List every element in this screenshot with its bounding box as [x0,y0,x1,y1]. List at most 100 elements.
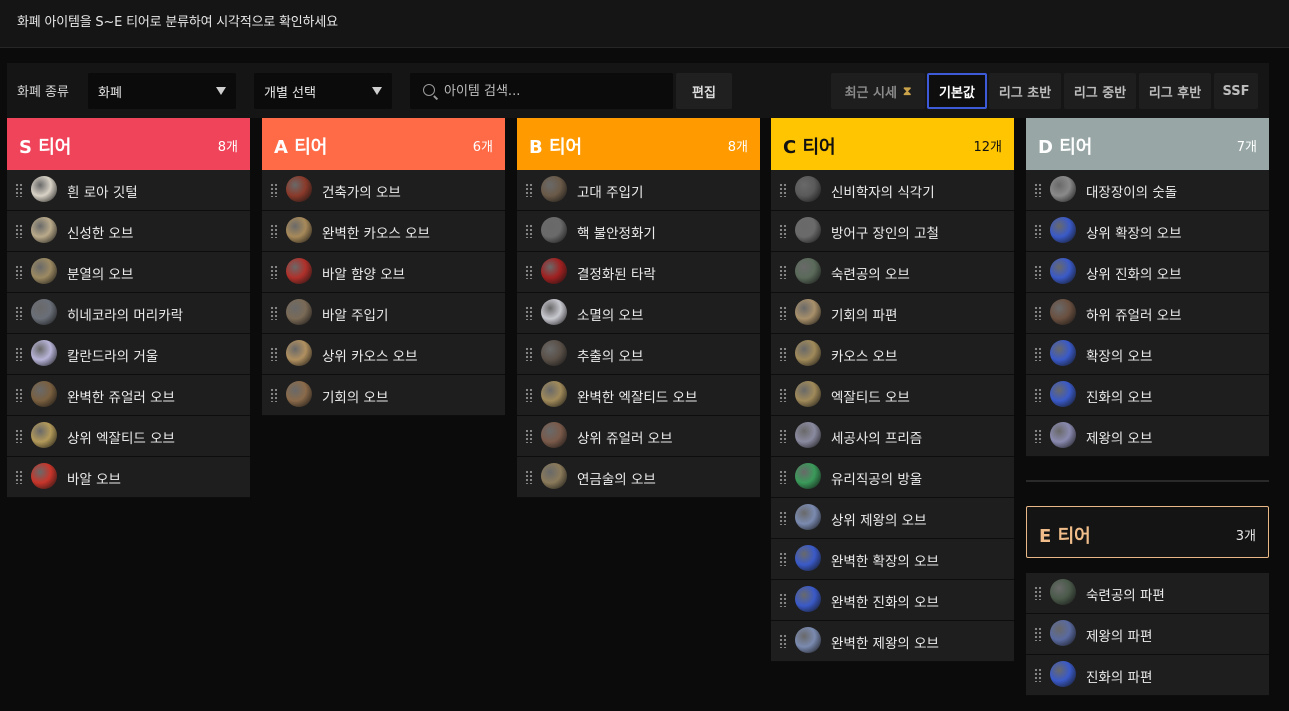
drag-handle-icon[interactable] [1034,347,1042,361]
tier-item-row[interactable]: 신성한 오브 [7,211,250,252]
drag-handle-icon[interactable] [15,347,23,361]
preset-default[interactable]: 기본값 [927,73,987,109]
tier-item-row[interactable]: 분열의 오브 [7,252,250,293]
tier-item-row[interactable]: 상위 카오스 오브 [262,334,505,375]
tier-item-row[interactable]: 건축가의 오브 [262,170,505,211]
drag-handle-icon[interactable] [525,388,533,402]
drag-handle-icon[interactable] [270,306,278,320]
tier-item-row[interactable]: 완벽한 제왕의 오브 [771,621,1014,662]
preset-league-late[interactable]: 리그 후반 [1139,73,1211,109]
drag-handle-icon[interactable] [1034,306,1042,320]
drag-handle-icon[interactable] [1034,224,1042,238]
tier-item-row[interactable]: 상위 확장의 오브 [1026,211,1269,252]
category-select[interactable]: 화폐 [88,73,236,109]
tier-item-row[interactable]: 추출의 오브 [517,334,760,375]
drag-handle-icon[interactable] [779,429,787,443]
drag-handle-icon[interactable] [779,634,787,648]
drag-handle-icon[interactable] [1034,265,1042,279]
tier-item-row[interactable]: 하위 쥬얼러 오브 [1026,293,1269,334]
item-label: 건축가의 오브 [322,185,401,201]
tier-item-row[interactable]: 바알 오브 [7,457,250,498]
currency-item-icon [1050,620,1076,646]
tier-item-row[interactable]: 상위 쥬얼러 오브 [517,416,760,457]
tier-item-row[interactable]: 제왕의 오브 [1026,416,1269,457]
tier-item-row[interactable]: 숙련공의 파편 [1026,573,1269,614]
drag-handle-icon[interactable] [779,470,787,484]
tier-item-row[interactable]: 히네코라의 머리카락 [7,293,250,334]
search-input[interactable] [444,73,664,109]
tier-item-row[interactable]: 완벽한 카오스 오브 [262,211,505,252]
drag-handle-icon[interactable] [1034,183,1042,197]
tier-item-row[interactable]: 칼란드라의 거울 [7,334,250,375]
drag-handle-icon[interactable] [1034,586,1042,600]
tier-item-row[interactable]: 세공사의 프리즘 [771,416,1014,457]
tier-item-row[interactable]: 바알 함양 오브 [262,252,505,293]
drag-handle-icon[interactable] [525,347,533,361]
drag-handle-icon[interactable] [270,224,278,238]
drag-handle-icon[interactable] [525,429,533,443]
tier-item-row[interactable]: 결정화된 타락 [517,252,760,293]
drag-handle-icon[interactable] [270,183,278,197]
individual-select[interactable]: 개별 선택 [254,73,392,109]
tier-item-row[interactable]: 대장장이의 숫돌 [1026,170,1269,211]
drag-handle-icon[interactable] [779,388,787,402]
preset-league-early[interactable]: 리그 초반 [989,73,1061,109]
tier-item-row[interactable]: 기회의 오브 [262,375,505,416]
tier-item-row[interactable]: 숙련공의 오브 [771,252,1014,293]
tier-item-row[interactable]: 상위 진화의 오브 [1026,252,1269,293]
drag-handle-icon[interactable] [15,224,23,238]
drag-handle-icon[interactable] [1034,388,1042,402]
tier-item-row[interactable]: 방어구 장인의 고철 [771,211,1014,252]
drag-handle-icon[interactable] [270,347,278,361]
tier-item-row[interactable]: 유리직공의 방울 [771,457,1014,498]
tier-item-row[interactable]: 완벽한 쥬얼러 오브 [7,375,250,416]
drag-handle-icon[interactable] [15,470,23,484]
tier-item-row[interactable]: 카오스 오브 [771,334,1014,375]
tier-item-row[interactable]: 고대 주입기 [517,170,760,211]
drag-handle-icon[interactable] [15,388,23,402]
drag-handle-icon[interactable] [779,306,787,320]
drag-handle-icon[interactable] [15,265,23,279]
drag-handle-icon[interactable] [779,511,787,525]
drag-handle-icon[interactable] [525,183,533,197]
tier-item-row[interactable]: 연금술의 오브 [517,457,760,498]
drag-handle-icon[interactable] [1034,429,1042,443]
drag-handle-icon[interactable] [779,265,787,279]
drag-handle-icon[interactable] [15,306,23,320]
drag-handle-icon[interactable] [779,593,787,607]
tier-item-row[interactable]: 핵 불안정화기 [517,211,760,252]
tier-item-row[interactable]: 엑잘티드 오브 [771,375,1014,416]
drag-handle-icon[interactable] [1034,668,1042,682]
drag-handle-icon[interactable] [525,265,533,279]
preset-league-mid[interactable]: 리그 중반 [1064,73,1136,109]
drag-handle-icon[interactable] [779,183,787,197]
drag-handle-icon[interactable] [779,224,787,238]
drag-handle-icon[interactable] [15,183,23,197]
preset-ssf[interactable]: SSF [1214,73,1258,109]
tier-item-row[interactable]: 완벽한 진화의 오브 [771,580,1014,621]
tier-item-row[interactable]: 완벽한 확장의 오브 [771,539,1014,580]
drag-handle-icon[interactable] [1034,627,1042,641]
drag-handle-icon[interactable] [270,265,278,279]
drag-handle-icon[interactable] [270,388,278,402]
tier-item-row[interactable]: 진화의 파편 [1026,655,1269,696]
preset-recent-price[interactable]: 최근 시세 ⧗ [831,73,925,109]
tier-item-row[interactable]: 완벽한 엑잘티드 오브 [517,375,760,416]
tier-item-row[interactable]: 제왕의 파편 [1026,614,1269,655]
tier-item-row[interactable]: 진화의 오브 [1026,375,1269,416]
drag-handle-icon[interactable] [525,306,533,320]
tier-item-row[interactable]: 신비학자의 식각기 [771,170,1014,211]
tier-item-row[interactable]: 상위 제왕의 오브 [771,498,1014,539]
drag-handle-icon[interactable] [525,224,533,238]
tier-item-row[interactable]: 확장의 오브 [1026,334,1269,375]
drag-handle-icon[interactable] [525,470,533,484]
drag-handle-icon[interactable] [779,552,787,566]
edit-button[interactable]: 편집 [676,73,732,109]
tier-item-row[interactable]: 흰 로아 깃털 [7,170,250,211]
tier-item-row[interactable]: 소멸의 오브 [517,293,760,334]
tier-item-row[interactable]: 상위 엑잘티드 오브 [7,416,250,457]
drag-handle-icon[interactable] [15,429,23,443]
tier-item-row[interactable]: 기회의 파편 [771,293,1014,334]
tier-item-row[interactable]: 바알 주입기 [262,293,505,334]
drag-handle-icon[interactable] [779,347,787,361]
